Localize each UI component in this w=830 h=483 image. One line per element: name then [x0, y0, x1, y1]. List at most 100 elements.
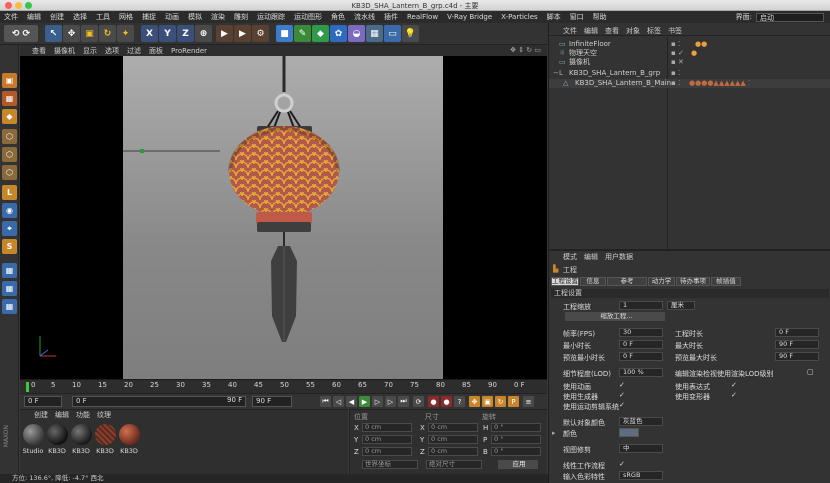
use-deformers-checkbox[interactable]: ✓: [731, 391, 739, 399]
rotation-b-field[interactable]: 0 °: [491, 447, 541, 456]
keyframe-selection-icon[interactable]: ?: [454, 396, 465, 407]
rotation-p-field[interactable]: 0 °: [491, 435, 541, 444]
menu-realflow[interactable]: RealFlow: [407, 13, 438, 21]
planar-workplane-icon[interactable]: ▦: [2, 299, 17, 314]
next-key-icon[interactable]: ▷: [385, 396, 396, 407]
object-menu-bookmarks[interactable]: 书签: [668, 26, 682, 36]
menu-plugins[interactable]: 插件: [384, 12, 398, 22]
polygon-mode-icon[interactable]: ⬡: [2, 165, 17, 180]
position-y-field[interactable]: 0 cm: [362, 435, 412, 444]
z-axis-icon[interactable]: Z: [177, 25, 194, 42]
menu-window[interactable]: 窗口: [570, 12, 584, 22]
expand-icon[interactable]: −: [553, 69, 559, 78]
menu-edit[interactable]: 编辑: [27, 12, 41, 22]
material-swatch[interactable]: [95, 424, 116, 445]
light-icon[interactable]: 💡: [402, 25, 419, 42]
play-icon[interactable]: ▶: [359, 396, 370, 407]
preview-min-field[interactable]: 0 F: [619, 352, 663, 361]
recent-tool-icon[interactable]: ✦: [117, 25, 134, 42]
viewport-menu-options[interactable]: 选项: [105, 46, 119, 56]
apply-button[interactable]: 应用: [498, 460, 538, 469]
tab-dynamics[interactable]: 动力学: [648, 277, 675, 286]
material-swatch[interactable]: [71, 424, 92, 445]
color-swatch[interactable]: [619, 428, 639, 437]
material-menu-function[interactable]: 功能: [76, 410, 90, 420]
object-flags[interactable]: ▪ ⁚: [671, 40, 680, 49]
locked-workplane-icon[interactable]: ▦: [2, 281, 17, 296]
snap-icon[interactable]: ⌖: [2, 221, 17, 236]
prev-key-icon[interactable]: ◁: [333, 396, 344, 407]
view-clipping-dropdown[interactable]: 中: [619, 444, 663, 453]
rotation-h-field[interactable]: 0 °: [491, 423, 541, 432]
render-view-icon[interactable]: ▶: [216, 25, 233, 42]
position-z-field[interactable]: 0 cm: [362, 447, 412, 456]
make-editable-icon[interactable]: ▣: [2, 73, 17, 88]
live-select-icon[interactable]: ↖: [45, 25, 62, 42]
tweak-mode-icon[interactable]: ◉: [2, 203, 17, 218]
project-scale-field[interactable]: 1: [619, 301, 663, 310]
key-position-icon[interactable]: ✥: [469, 396, 480, 407]
menu-mesh[interactable]: 网格: [119, 12, 133, 22]
input-color-profile-dropdown[interactable]: sRGB: [619, 471, 663, 480]
viewport-menu-panel[interactable]: 面板: [149, 46, 163, 56]
object-menu-objects[interactable]: 对象: [626, 26, 640, 36]
menu-script[interactable]: 脚本: [547, 12, 561, 22]
min-time-field[interactable]: 0 F: [619, 340, 663, 349]
cloner-icon[interactable]: ✿: [330, 25, 347, 42]
material-swatch[interactable]: [119, 424, 140, 445]
menu-character[interactable]: 角色: [331, 12, 345, 22]
menu-simulate[interactable]: 模拟: [188, 12, 202, 22]
object-flags[interactable]: ▪ ✓: [671, 49, 684, 58]
object-row[interactable]: ☼ 物理天空 ▪ ✓ ●: [549, 49, 830, 58]
size-z-field[interactable]: 0 cm: [428, 447, 478, 456]
position-x-field[interactable]: 0 cm: [362, 423, 412, 432]
menu-animate[interactable]: 动画: [165, 12, 179, 22]
menu-select[interactable]: 选择: [73, 12, 87, 22]
material-menu-create[interactable]: 创建: [34, 410, 48, 420]
tag-icon[interactable]: ●●: [695, 40, 707, 49]
menu-pipeline[interactable]: 流水线: [354, 12, 375, 22]
prev-frame-icon[interactable]: ◀: [346, 396, 357, 407]
material-swatch[interactable]: [23, 424, 44, 445]
object-row[interactable]: ▭ 摄像机 ▪ ✕: [549, 58, 830, 67]
viewport-menu-display[interactable]: 显示: [83, 46, 97, 56]
attribute-menu-mode[interactable]: 模式: [563, 252, 577, 262]
object-menu-edit[interactable]: 编辑: [584, 26, 598, 36]
floor-icon[interactable]: ▦: [366, 25, 383, 42]
coord-scale-dropdown[interactable]: 绝对尺寸: [426, 460, 482, 469]
use-animation-checkbox[interactable]: ✓: [619, 381, 627, 389]
tab-project-settings[interactable]: 工程设置: [551, 277, 579, 286]
start-frame-field[interactable]: 0 F: [72, 396, 246, 407]
viewport-nav-icons[interactable]: ✥ ⇕ ↻ ▭: [510, 46, 541, 54]
menu-motion-tracking[interactable]: 运动跟踪: [257, 12, 285, 22]
default-color-dropdown[interactable]: 灰蓝色: [619, 417, 663, 426]
material-menu-texture[interactable]: 纹理: [97, 410, 111, 420]
goto-start-icon[interactable]: ⏮: [320, 396, 331, 407]
tab-reference[interactable]: 参考: [607, 277, 647, 286]
scale-project-button[interactable]: 缩放工程...: [565, 312, 665, 321]
menu-snap[interactable]: 捕捉: [142, 12, 156, 22]
viewport-menu-prorender[interactable]: ProRender: [171, 47, 207, 55]
axis-mode-icon[interactable]: L: [2, 185, 17, 200]
object-flags[interactable]: ▪ ⁚: [671, 79, 680, 88]
max-time-field[interactable]: 90 F: [775, 340, 819, 349]
next-frame-icon[interactable]: ▷: [372, 396, 383, 407]
object-row[interactable]: − L KB3D_SHA_Lantern_B_grp ▪ ⁚: [549, 69, 830, 78]
motion-system-checkbox[interactable]: ✓: [619, 401, 627, 409]
attribute-menu-edit[interactable]: 编辑: [584, 252, 598, 262]
tab-info[interactable]: 信息: [580, 277, 606, 286]
rotate-icon[interactable]: ↻: [99, 25, 116, 42]
key-scale-icon[interactable]: ▣: [482, 396, 493, 407]
material-menu-edit[interactable]: 编辑: [55, 410, 69, 420]
menu-help[interactable]: 帮助: [593, 12, 607, 22]
menu-sculpt[interactable]: 雕刻: [234, 12, 248, 22]
timeline-menu-icon[interactable]: ≡: [523, 396, 534, 407]
coord-mode-dropdown[interactable]: 世界坐标: [362, 460, 418, 469]
goto-end-icon[interactable]: ⏭: [398, 396, 409, 407]
linear-workflow-checkbox[interactable]: ✓: [619, 460, 627, 468]
size-y-field[interactable]: 0 cm: [428, 435, 478, 444]
render-settings-icon[interactable]: ⚙: [252, 25, 269, 42]
point-mode-icon[interactable]: ⬡: [2, 129, 17, 144]
render-picture-viewer-icon[interactable]: ▶: [234, 25, 251, 42]
material-swatch[interactable]: [47, 424, 68, 445]
